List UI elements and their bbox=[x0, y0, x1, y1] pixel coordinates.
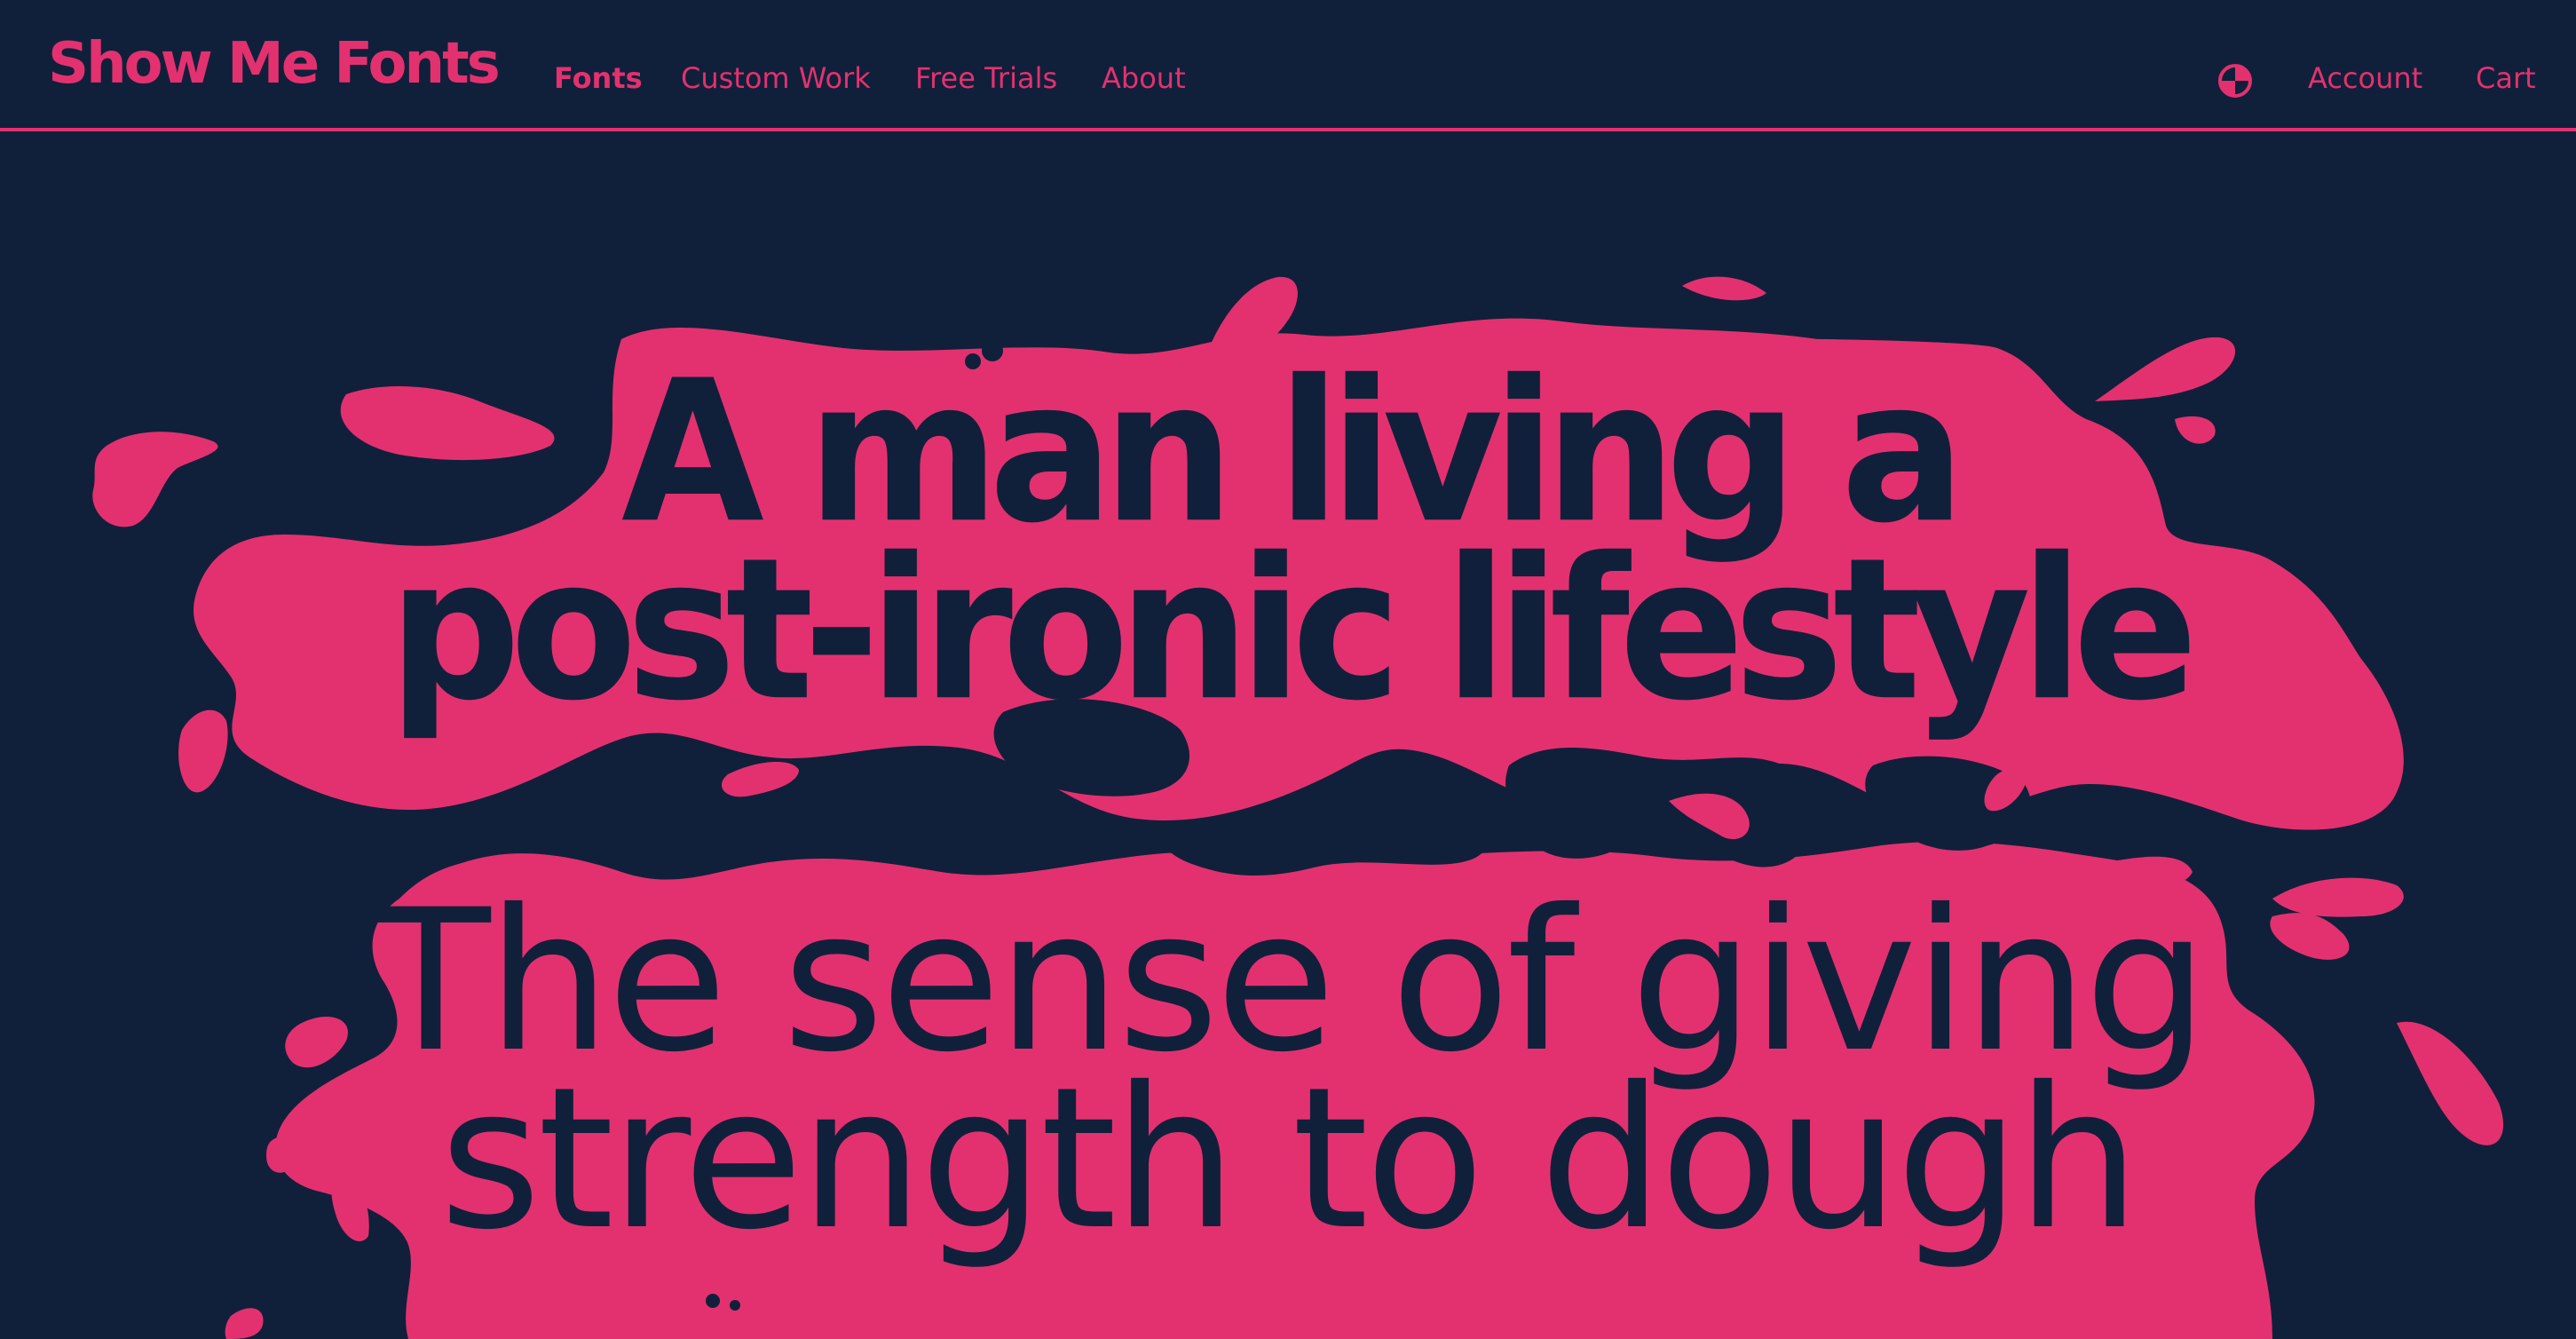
nav-fonts[interactable]: Fonts bbox=[554, 60, 643, 96]
droplet bbox=[1682, 276, 1766, 301]
site-logo[interactable]: Show Me Fonts bbox=[48, 28, 501, 99]
globe-icon[interactable] bbox=[2217, 63, 2253, 99]
dark-dot bbox=[730, 1300, 740, 1311]
droplet bbox=[225, 1308, 264, 1339]
droplet bbox=[721, 761, 799, 797]
headline-line-2: post-ironic lifestyle bbox=[388, 516, 2199, 745]
nav-about[interactable]: About bbox=[1102, 60, 1186, 96]
subheadline-line-2: strength to dough bbox=[439, 1045, 2140, 1272]
cart-link[interactable]: Cart bbox=[2476, 60, 2536, 96]
account-link[interactable]: Account bbox=[2308, 60, 2422, 96]
top-navigation-bar: Show Me Fonts Fonts Custom Work Free Tri… bbox=[0, 0, 2576, 131]
hero-section: A man living a post-ironic lifestyle The… bbox=[0, 135, 2576, 1339]
dark-pool bbox=[1505, 748, 1813, 868]
dark-pool bbox=[975, 833, 1039, 869]
nav-free-trials[interactable]: Free Trials bbox=[915, 60, 1057, 96]
nav-custom-work[interactable]: Custom Work bbox=[681, 60, 871, 96]
dark-dot bbox=[706, 1294, 720, 1308]
